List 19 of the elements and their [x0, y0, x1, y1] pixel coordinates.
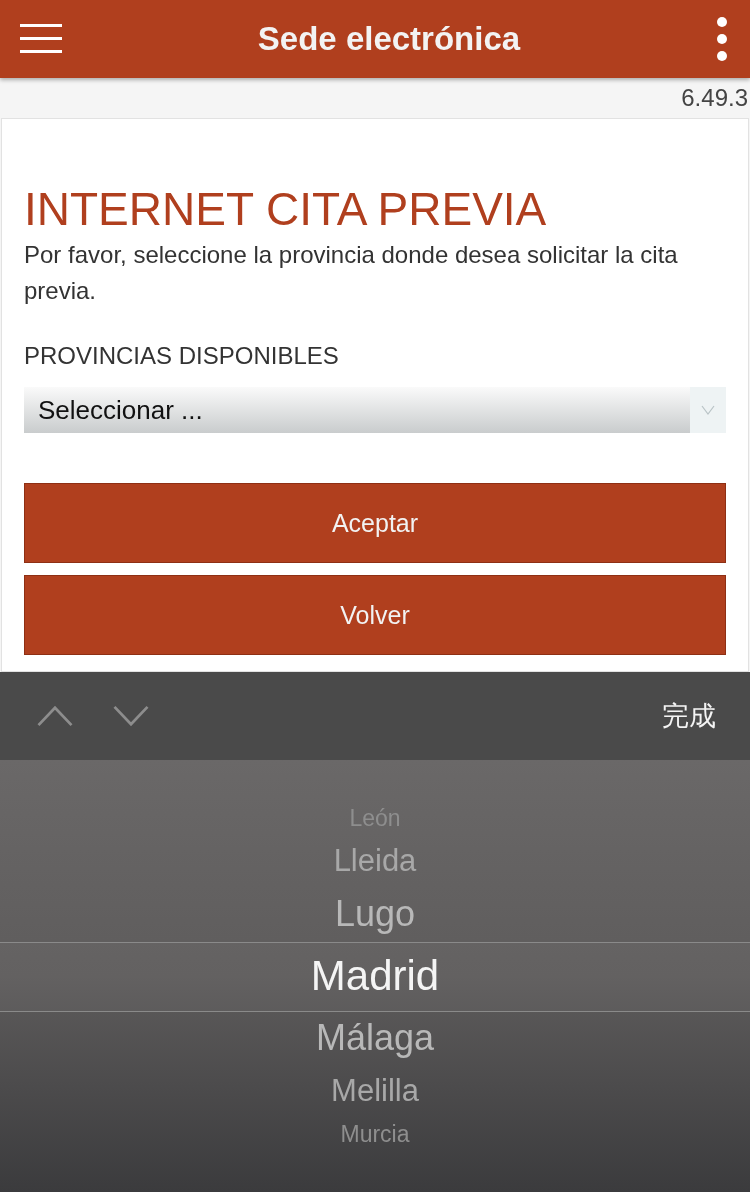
app-title: Sede electrónica	[256, 20, 522, 58]
page-heading: INTERNET CITA PREVIA	[24, 182, 548, 237]
chevron-down-icon[interactable]	[112, 705, 150, 727]
picker-option[interactable]: Madrid	[310, 952, 440, 1000]
done-button[interactable]: 完成	[662, 698, 716, 734]
picker-option[interactable]: Málaga	[315, 1017, 435, 1059]
field-label: PROVINCIAS DISPONIBLES	[24, 341, 340, 371]
more-icon[interactable]	[716, 17, 728, 61]
menu-icon[interactable]	[20, 24, 62, 54]
action-button[interactable]: Aceptar	[24, 483, 726, 563]
version-label: 6.49.3	[681, 84, 748, 112]
picker-option[interactable]: Melilla	[331, 1073, 419, 1109]
intro-text: Por favor, seleccione la provincia donde desea solicitar la cita previa.	[24, 240, 679, 306]
action-button[interactable]: Volver	[24, 575, 726, 655]
province-select[interactable]: Seleccionar ...	[24, 387, 726, 433]
picker-option[interactable]: Lleida	[333, 843, 417, 879]
picker-option[interactable]: Murcia	[340, 1120, 410, 1148]
chevron-up-icon[interactable]	[36, 705, 74, 727]
picker-option[interactable]: Lugo	[334, 893, 416, 935]
